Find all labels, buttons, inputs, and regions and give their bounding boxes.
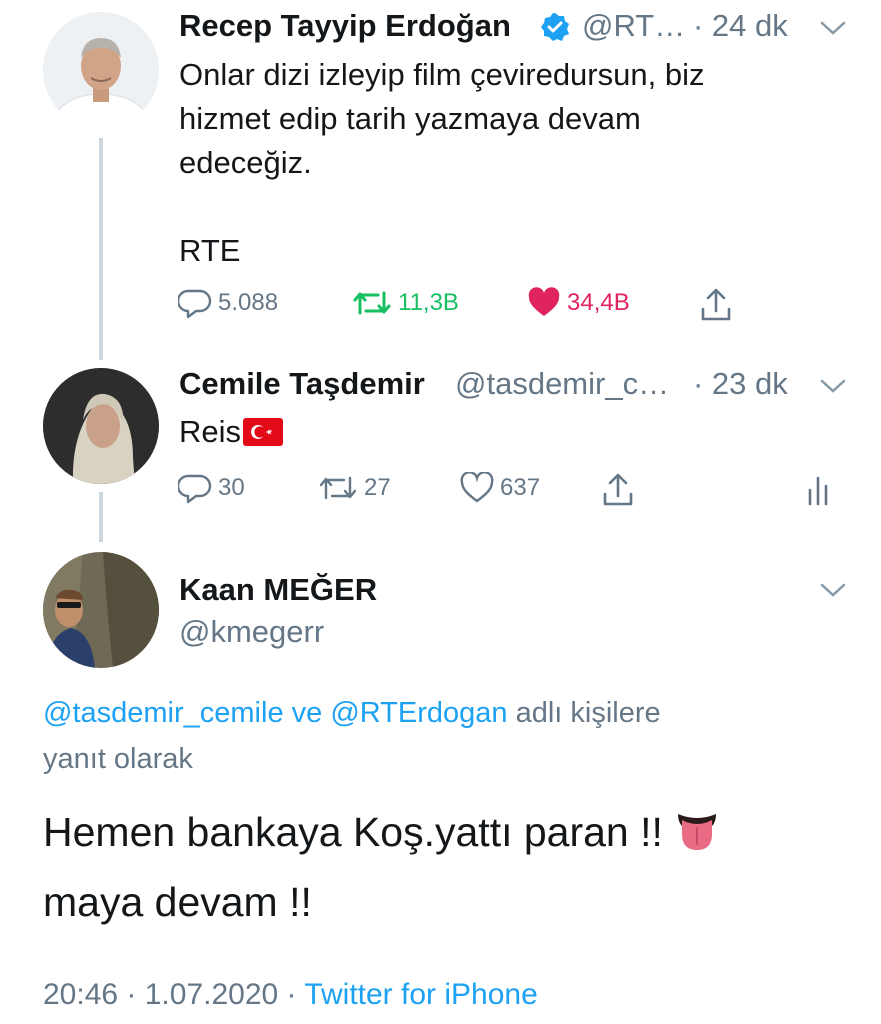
heart-icon (460, 472, 494, 503)
chevron-down-icon[interactable] (818, 18, 848, 38)
tweet2-reply-count: 30 (218, 474, 245, 501)
tweet2-retweet-count: 27 (364, 474, 391, 501)
tweet1-like-button[interactable]: 34,4B (527, 287, 630, 319)
turkey-flag-icon (243, 414, 284, 458)
thread-line-1 (99, 138, 103, 360)
tweet3-text-line1: Hemen bankaya Koş.yattı paran !! (43, 809, 663, 855)
avatar-cemile[interactable] (43, 368, 159, 484)
tongue-emoji-icon (674, 806, 720, 870)
tweet2-author-handle[interactable]: @tasdemir_c… (455, 366, 669, 402)
tweet2-reply-button[interactable]: 30 (178, 472, 245, 504)
reply-icon (178, 289, 212, 319)
tweet2-author-name[interactable]: Cemile Taşdemir (179, 366, 425, 402)
tweet3-timestamp: 20:46 · 1.07.2020 · (43, 978, 305, 1011)
chevron-down-icon[interactable] (818, 376, 848, 396)
tweet3-text: Hemen bankaya Koş.yattı paran !! 👅 maya … (43, 800, 863, 934)
tweet2-text: Reis (179, 410, 284, 458)
reply-to-suffix: adlı kişilere (507, 697, 661, 729)
heart-filled-icon (528, 287, 560, 316)
reply-context: @tasdemir_cemile ve @RTErdogan adlı kişi… (43, 690, 843, 782)
share-icon[interactable] (600, 472, 636, 508)
tweet1-text-line3: edeceğiz. (179, 145, 312, 180)
tweet1-author-handle[interactable]: @RT… (582, 8, 685, 44)
tweet2-time[interactable]: · 23 dk (693, 366, 788, 402)
tweet1-reply-count: 5.088 (218, 289, 279, 316)
verified-badge-icon (540, 12, 570, 42)
tweet3-source-link[interactable]: Twitter for iPhone (304, 978, 537, 1011)
analytics-icon[interactable] (806, 474, 832, 506)
tweet1-retweet-count: 11,3B (398, 289, 459, 316)
tweet2-like-count: 637 (500, 474, 541, 501)
avatar-kaan[interactable] (43, 552, 159, 668)
thread-line-2 (99, 492, 103, 542)
retweet-icon (319, 476, 357, 500)
tweet2-text-content: Reis (179, 414, 242, 449)
tweet1-author-name[interactable]: Recep Tayyip Erdoğan (179, 8, 511, 44)
tweet3-timestamp-row: 20:46 · 1.07.2020 · Twitter for iPhone (43, 978, 538, 1012)
tweet3-author-handle[interactable]: @kmegerr (179, 614, 324, 650)
reply-icon (178, 474, 212, 504)
tweet1-signature: RTE (179, 233, 241, 268)
reply-to-cemile-link[interactable]: @tasdemir_cemile (43, 697, 284, 729)
retweet-icon (353, 291, 391, 315)
reply-to-rterdogan-link[interactable]: @RTErdogan (330, 697, 507, 729)
reply-to-line2: yanıt olarak (43, 743, 193, 775)
tweet1-text-line1: Onlar dizi izleyip film çeviredursun, bi… (179, 57, 705, 92)
avatar-erdogan[interactable] (43, 12, 159, 128)
tweet1-like-count: 34,4B (567, 289, 630, 316)
tweet3-author-name[interactable]: Kaan MEĞER (179, 572, 377, 608)
tweet1-text-line2: hizmet edip tarih yazmaya devam (179, 101, 641, 136)
tweet1-time[interactable]: · 24 dk (693, 8, 788, 44)
chevron-down-icon[interactable] (818, 580, 848, 600)
share-icon[interactable] (698, 287, 734, 323)
tweet1-reply-button[interactable]: 5.088 (178, 287, 278, 319)
tweet1-retweet-button[interactable]: 11,3B (352, 287, 459, 319)
reply-to-ve: ve (283, 697, 331, 729)
tweet2-like-button[interactable]: 637 (460, 472, 540, 504)
tweet3-text-line2: maya devam !! (43, 879, 312, 925)
tweet2-retweet-button[interactable]: 27 (318, 472, 391, 504)
